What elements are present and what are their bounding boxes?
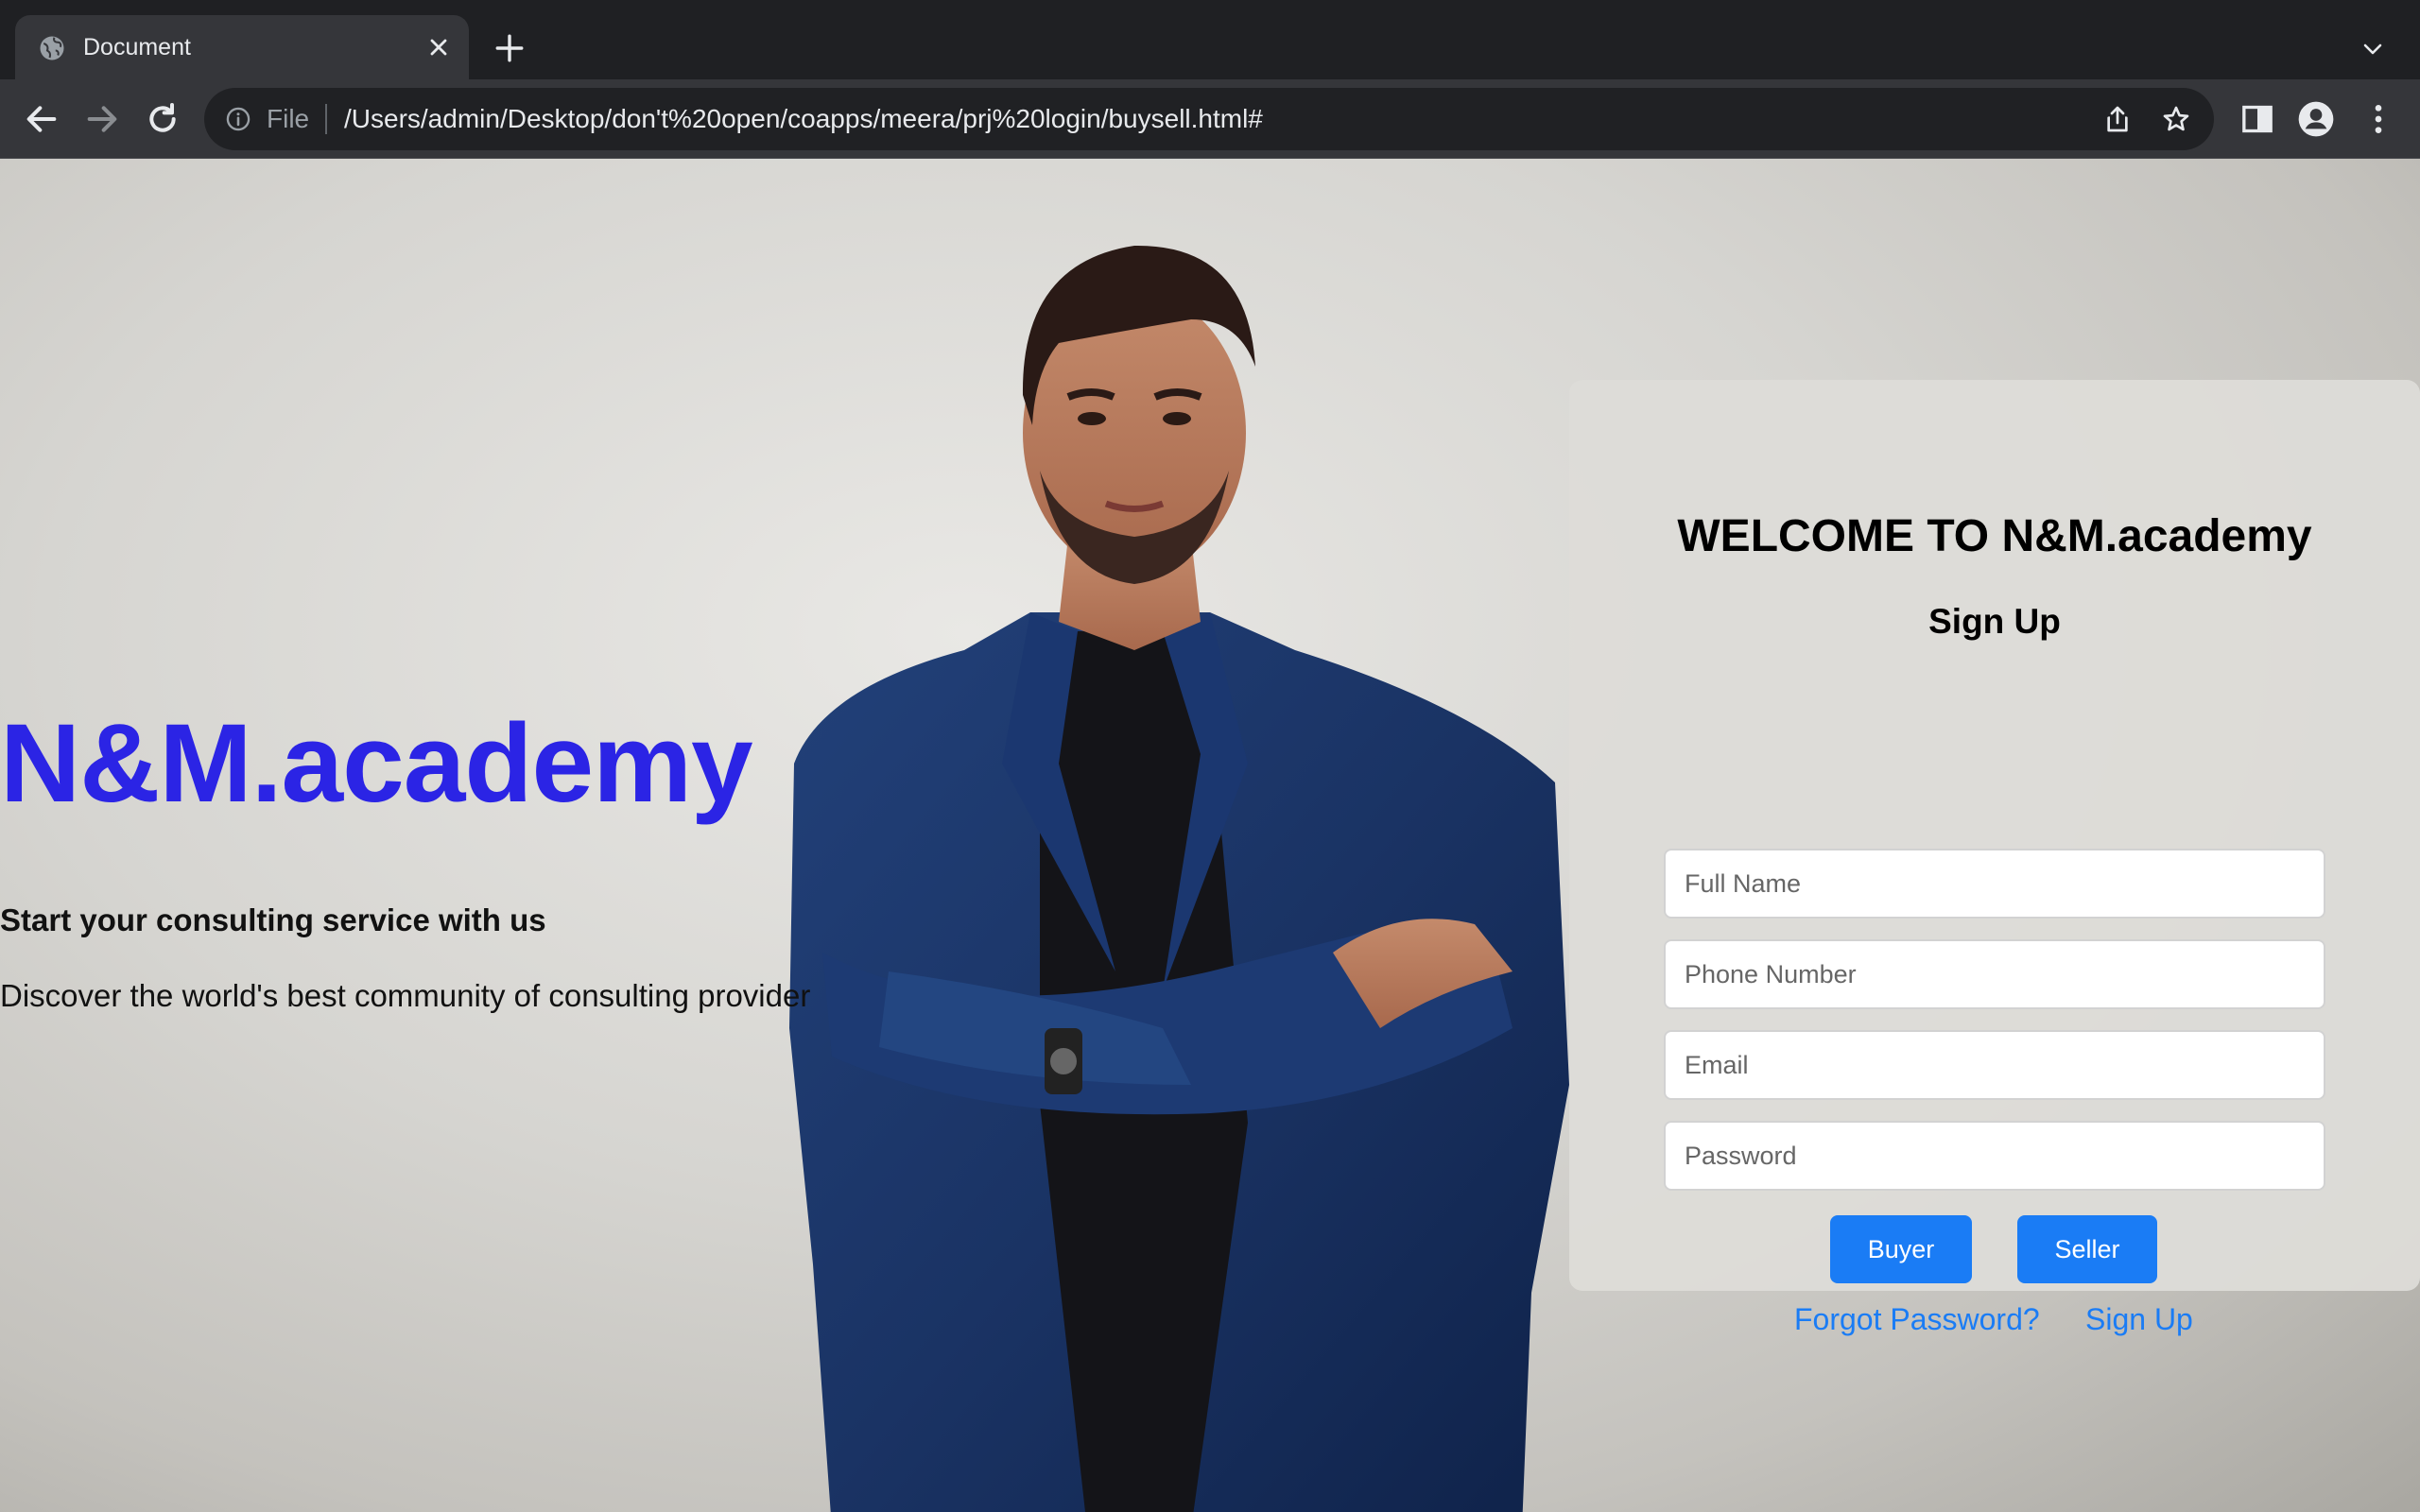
hero-person-image [789,245,1569,1512]
side-panel-icon[interactable] [2238,100,2276,138]
signup-heading: Sign Up [1928,602,2061,641]
seller-button[interactable]: Seller [2017,1215,2157,1283]
close-icon[interactable] [425,34,452,60]
forgot-password-link[interactable]: Forgot Password? [1794,1300,2040,1338]
kebab-menu-icon[interactable] [2360,100,2397,138]
omnibox-divider [325,104,327,134]
address-bar[interactable]: File /Users/admin/Desktop/don't%20open/c… [204,88,2214,150]
tab-strip: Document [0,0,2420,79]
subline: Discover the world's best community of c… [0,978,811,1013]
forward-arrow-icon[interactable] [83,100,121,138]
plus-icon[interactable] [493,32,526,64]
full-name-input[interactable] [1664,849,2325,919]
tagline: Start your consulting service with us [0,902,546,937]
phone-number-input[interactable] [1664,939,2325,1009]
brand-title: N&M.academy [0,701,753,826]
signup-card: WELCOME TO N&M.academy Sign Up Buyer Sel… [1569,380,2420,1336]
email-input[interactable] [1664,1030,2325,1100]
signup-link[interactable]: Sign Up [2085,1300,2193,1338]
reload-icon[interactable] [144,100,182,138]
star-icon[interactable] [2161,104,2191,134]
info-icon[interactable] [225,106,251,132]
tab-title: Document [83,34,191,60]
back-arrow-icon[interactable] [23,100,60,138]
page-viewport: N&M.academy Start your consulting servic… [0,159,2420,1512]
profile-icon[interactable] [2297,100,2335,138]
welcome-heading: WELCOME TO N&M.academy [1677,511,2312,561]
browser-toolbar: File /Users/admin/Desktop/don't%20open/c… [0,79,2420,159]
url-scheme-label: File [267,104,310,133]
url-text[interactable]: /Users/admin/Desktop/don't%20open/coapps… [344,103,1263,135]
share-icon[interactable] [2102,104,2133,134]
globe-icon [40,36,64,60]
buyer-button[interactable]: Buyer [1830,1215,1972,1283]
tab-document[interactable]: Document [15,15,469,79]
chevron-down-icon[interactable] [2361,38,2384,60]
password-input[interactable] [1664,1121,2325,1191]
